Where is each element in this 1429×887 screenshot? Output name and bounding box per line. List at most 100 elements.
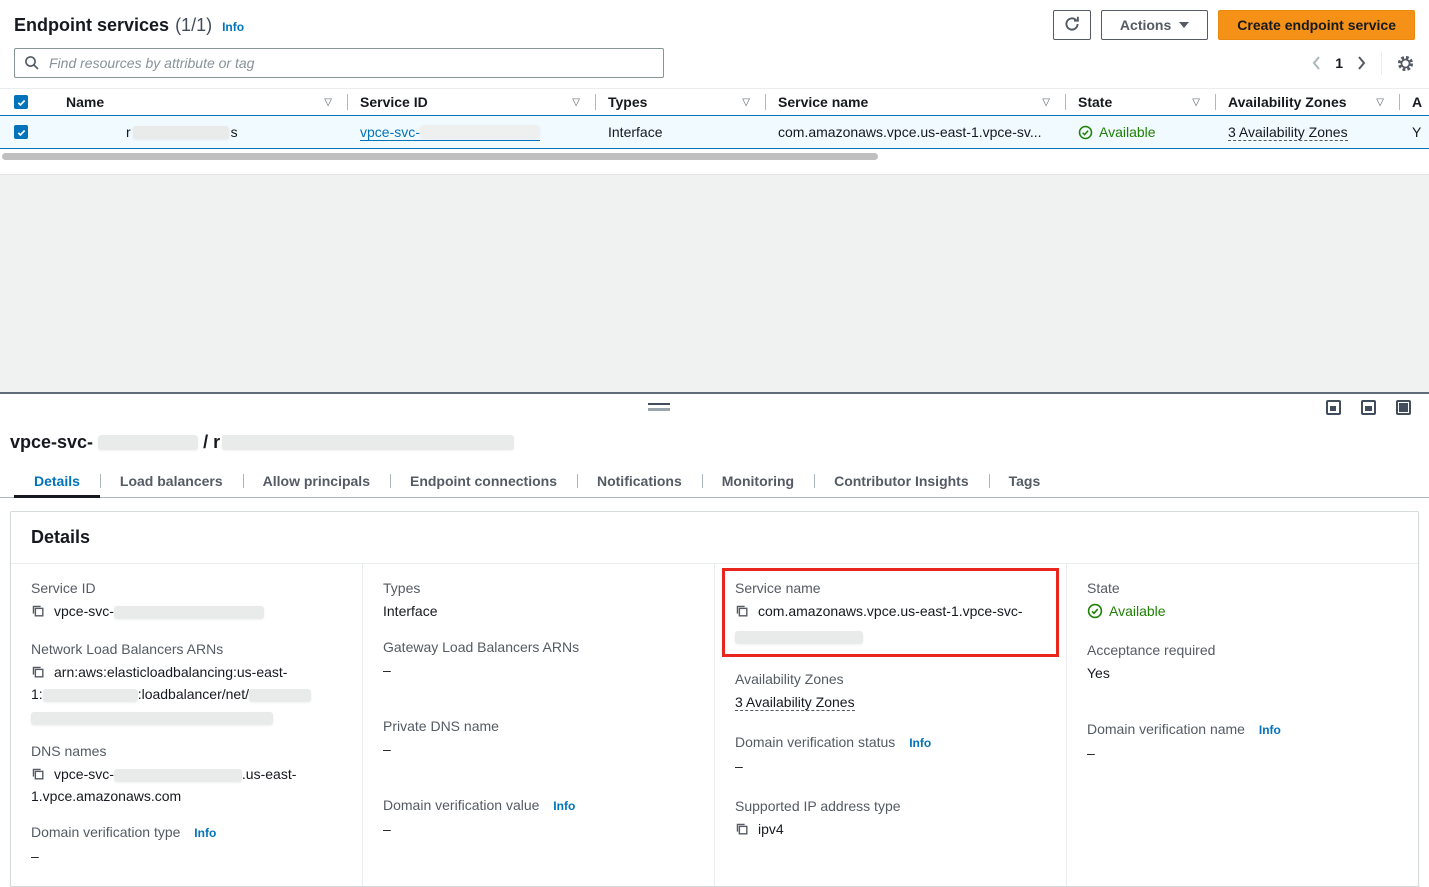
panel-size-medium-icon[interactable] <box>1361 400 1376 415</box>
copy-icon[interactable] <box>31 664 45 684</box>
redacted-text <box>249 689 311 702</box>
search-input[interactable] <box>47 49 663 77</box>
tab-load-balancers[interactable]: Load balancers <box>100 465 243 497</box>
column-header-clipped[interactable]: A <box>1400 89 1429 115</box>
split-background <box>0 174 1429 392</box>
field-availability-zones: Availability Zones 3 Availability Zones <box>735 669 1046 712</box>
redacted-text <box>420 125 540 138</box>
availability-zones-link[interactable]: 3 Availability Zones <box>735 694 855 711</box>
panel-size-small-icon[interactable] <box>1326 400 1341 415</box>
sort-icon[interactable]: ▽ <box>742 97 750 108</box>
redacted-text <box>31 712 273 725</box>
info-link[interactable]: Info <box>553 799 575 813</box>
tab-notifications[interactable]: Notifications <box>577 465 702 497</box>
sort-icon[interactable]: ▽ <box>572 97 580 108</box>
field-state: State Available <box>1087 578 1398 624</box>
tab-tags[interactable]: Tags <box>989 465 1061 497</box>
settings-gear-icon[interactable] <box>1396 54 1415 73</box>
field-acceptance-required: Acceptance required Yes <box>1087 640 1398 683</box>
copy-icon[interactable] <box>31 603 45 623</box>
details-card-heading: Details <box>11 512 1418 564</box>
panel-layout-controls <box>1326 400 1411 415</box>
check-circle-icon <box>1078 125 1093 140</box>
refresh-button[interactable] <box>1053 10 1091 40</box>
endpoint-services-table: Name ▽ Service ID ▽ Types ▽ Service name… <box>0 88 1429 162</box>
pagination: 1 <box>1311 51 1415 75</box>
select-all-checkbox-cell <box>0 89 52 115</box>
field-private-dns-name: Private DNS name – <box>383 716 694 759</box>
redacted-text <box>98 435 198 450</box>
pagination-prev-icon[interactable] <box>1311 55 1321 71</box>
status-badge: Available <box>1078 124 1156 140</box>
field-service-name: Service name com.amazonaws.vpce.us-east-… <box>735 578 1046 644</box>
tab-contributor-insights[interactable]: Contributor Insights <box>814 465 989 497</box>
caret-down-icon <box>1179 22 1189 28</box>
table-header-row: Name ▽ Service ID ▽ Types ▽ Service name… <box>0 88 1429 116</box>
endpoint-service-row[interactable]: r s vpce-svc- Interface com.amazonaws.vp… <box>0 115 1429 149</box>
tab-allow-principals[interactable]: Allow principals <box>243 465 390 497</box>
service-id-link[interactable]: vpce-svc- <box>360 124 540 141</box>
info-link[interactable]: Info <box>194 826 216 840</box>
info-link[interactable]: Info <box>909 736 931 750</box>
row-state-cell: Available <box>1066 116 1216 148</box>
info-link[interactable]: Info <box>1259 723 1281 737</box>
copy-icon[interactable] <box>735 603 749 623</box>
spacer <box>0 162 1429 174</box>
column-header-types[interactable]: Types ▽ <box>596 89 766 115</box>
field-types: Types Interface <box>383 578 694 621</box>
pagination-next-icon[interactable] <box>1357 55 1367 71</box>
field-supported-ip-address-type: Supported IP address type ipv4 <box>735 796 1046 841</box>
actions-button[interactable]: Actions <box>1101 10 1208 40</box>
search-box[interactable] <box>14 48 664 78</box>
actions-button-label: Actions <box>1120 17 1171 33</box>
redacted-text <box>222 435 514 450</box>
page-title: Endpoint services <box>14 15 169 36</box>
resource-count: (1/1) <box>175 15 212 36</box>
field-nlb-arns: Network Load Balancers ARNs arn:aws:elas… <box>31 639 342 725</box>
redacted-text <box>735 631 863 644</box>
check-circle-icon <box>1087 603 1103 619</box>
column-header-service-name[interactable]: Service name ▽ <box>766 89 1066 115</box>
tab-monitoring[interactable]: Monitoring <box>702 465 814 497</box>
column-header-service-id[interactable]: Service ID ▽ <box>348 89 596 115</box>
row-clipped-cell: Y <box>1400 116 1429 148</box>
detail-panel: vpce-svc- / r Details Load balancers All… <box>0 392 1429 883</box>
row-checkbox[interactable] <box>14 125 28 139</box>
select-all-checkbox[interactable] <box>14 95 28 109</box>
search-icon <box>24 55 40 71</box>
row-checkbox-cell <box>0 116 52 148</box>
service-name-highlight-box: Service name com.amazonaws.vpce.us-east-… <box>722 568 1059 657</box>
horizontal-scrollbar[interactable] <box>0 153 1429 162</box>
refresh-icon <box>1063 15 1081 36</box>
row-types-cell: Interface <box>596 116 766 148</box>
field-domain-verification-name: Domain verification name Info – <box>1087 719 1398 763</box>
panel-title: vpce-svc- / r <box>10 432 1429 453</box>
field-dns-names: DNS names vpce-svc-.us-east- 1.vpce.amaz… <box>31 741 342 806</box>
field-service-id: Service ID vpce-svc- <box>31 578 342 623</box>
details-card: Details Service ID vpce-svc- Network Loa… <box>10 511 1419 887</box>
availability-zones-link[interactable]: 3 Availability Zones <box>1228 124 1348 141</box>
sort-icon[interactable]: ▽ <box>324 97 332 108</box>
sort-icon[interactable]: ▽ <box>1376 97 1384 108</box>
info-link[interactable]: Info <box>222 20 244 34</box>
details-column-3: Service name com.amazonaws.vpce.us-east-… <box>714 564 1066 886</box>
list-header: Endpoint services (1/1) Info Actions Cre… <box>0 0 1429 40</box>
details-column-2: Types Interface Gateway Load Balancers A… <box>362 564 714 886</box>
sort-icon[interactable]: ▽ <box>1192 97 1200 108</box>
create-endpoint-service-button[interactable]: Create endpoint service <box>1218 10 1415 40</box>
panel-size-full-icon[interactable] <box>1396 400 1411 415</box>
tab-endpoint-connections[interactable]: Endpoint connections <box>390 465 577 497</box>
redacted-text <box>114 606 264 619</box>
copy-icon[interactable] <box>31 766 45 786</box>
sort-icon[interactable]: ▽ <box>1042 97 1050 108</box>
copy-icon[interactable] <box>735 821 749 841</box>
tab-details[interactable]: Details <box>14 465 100 497</box>
column-header-availability-zones[interactable]: Availability Zones ▽ <box>1216 89 1400 115</box>
split-drag-handle-icon[interactable] <box>648 403 670 411</box>
row-service-name-cell: com.amazonaws.vpce.us-east-1.vpce-sv... <box>766 116 1066 148</box>
column-header-state[interactable]: State ▽ <box>1066 89 1216 115</box>
redacted-text <box>133 126 229 139</box>
column-header-name[interactable]: Name ▽ <box>52 89 348 115</box>
page-number[interactable]: 1 <box>1335 55 1343 71</box>
scrollbar-thumb[interactable] <box>2 153 878 160</box>
